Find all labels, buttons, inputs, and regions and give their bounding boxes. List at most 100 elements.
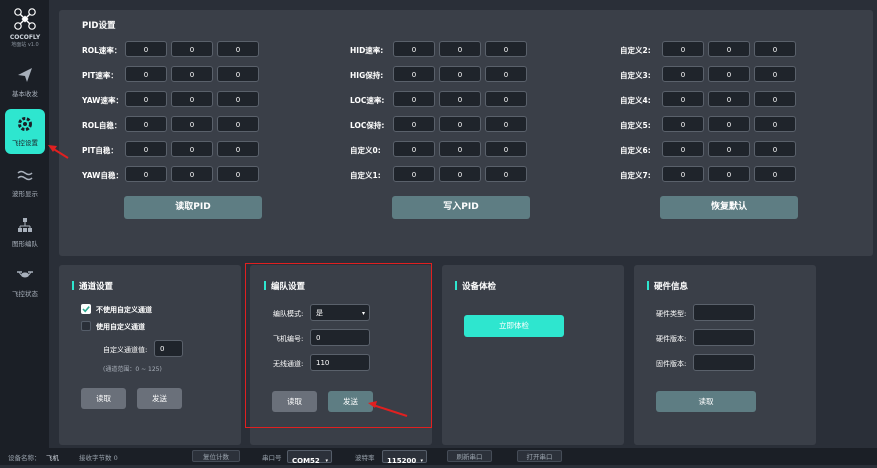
plane-number-input[interactable]: 0 [310, 329, 370, 346]
port-select[interactable]: COM52 ▾ [287, 450, 332, 465]
reset-default-button[interactable]: 恢复默认 [660, 196, 798, 219]
pid-title: PID设置 [82, 21, 116, 31]
pid-row-label: 自定义2: [620, 46, 651, 55]
pid-value-input[interactable]: 0 [217, 116, 259, 132]
open-port-button[interactable]: 打开串口 [517, 450, 562, 462]
formation-send-button[interactable]: 发送 [328, 391, 373, 412]
pid-value-input[interactable]: 0 [485, 141, 527, 157]
nav-item-basic[interactable]: 基本收发 [5, 60, 45, 105]
pid-value-input[interactable]: 0 [393, 91, 435, 107]
pid-value-input[interactable]: 0 [439, 41, 481, 57]
pid-value-input[interactable]: 0 [754, 166, 796, 182]
pid-value-input[interactable]: 0 [217, 66, 259, 82]
channel-read-button[interactable]: 读取 [81, 388, 126, 409]
pid-row-label: LOC保持: [350, 121, 385, 130]
hardware-type-label: 硬件类型: [656, 310, 687, 318]
pid-value-input[interactable]: 0 [439, 141, 481, 157]
pid-value-input[interactable]: 0 [485, 166, 527, 182]
pid-value-input[interactable]: 0 [485, 41, 527, 57]
read-pid-button[interactable]: 读取PID [124, 196, 262, 219]
nav-item-formation[interactable]: 图形编队 [5, 210, 45, 255]
pid-row-label: 自定义4: [620, 96, 651, 105]
pid-row-label: 自定义7: [620, 171, 651, 180]
pid-value-input[interactable]: 0 [754, 41, 796, 57]
pid-value-input[interactable]: 0 [393, 66, 435, 82]
pid-value-input[interactable]: 0 [708, 66, 750, 82]
pid-value-input[interactable]: 0 [708, 91, 750, 107]
nav-item-flight-status[interactable]: 飞控状态 [5, 260, 45, 305]
write-pid-button[interactable]: 写入PID [392, 196, 530, 219]
baud-label: 波特率 [355, 454, 375, 462]
pid-value-input[interactable]: 0 [754, 91, 796, 107]
pid-value-input[interactable]: 0 [393, 41, 435, 57]
pid-value-input[interactable]: 0 [439, 91, 481, 107]
pid-value-input[interactable]: 0 [708, 141, 750, 157]
pid-row-label: 自定义3: [620, 71, 651, 80]
pid-value-input[interactable]: 0 [171, 116, 213, 132]
pid-value-input[interactable]: 0 [439, 66, 481, 82]
check-now-button[interactable]: 立即体检 [464, 315, 564, 337]
pid-value-input[interactable]: 0 [393, 166, 435, 182]
pid-value-input[interactable]: 0 [125, 166, 167, 182]
hardware-version-input[interactable] [693, 329, 755, 346]
pid-value-input[interactable]: 0 [485, 66, 527, 82]
pid-row-label: 自定义0: [350, 146, 381, 155]
pid-value-input[interactable]: 0 [662, 91, 704, 107]
pid-value-input[interactable]: 0 [662, 141, 704, 157]
sidebar: COCOFLY 地面站 v1.0 基本收发 飞控设置 波形显示 图形编队 飞控状… [0, 0, 49, 448]
gear-icon [18, 117, 32, 131]
pid-value-input[interactable]: 0 [217, 141, 259, 157]
pid-value-input[interactable]: 0 [662, 66, 704, 82]
nav-item-flight-settings[interactable]: 飞控设置 [5, 109, 45, 154]
pid-value-input[interactable]: 0 [662, 116, 704, 132]
pid-value-input[interactable]: 0 [662, 41, 704, 57]
firmware-version-label: 固件版本: [656, 360, 687, 368]
pid-value-input[interactable]: 0 [485, 91, 527, 107]
custom-channel-label: 使用自定义通道 [96, 323, 145, 331]
pid-value-input[interactable]: 0 [708, 116, 750, 132]
pid-value-input[interactable]: 0 [485, 116, 527, 132]
firmware-version-input[interactable] [693, 354, 755, 371]
wireless-channel-input[interactable]: 110 [310, 354, 370, 371]
wireless-channel-label: 无线通道: [273, 360, 304, 368]
pid-value-input[interactable]: 0 [171, 91, 213, 107]
pid-value-input[interactable]: 0 [754, 141, 796, 157]
refresh-port-button[interactable]: 刷新串口 [447, 450, 492, 462]
hardware-read-button[interactable]: 读取 [656, 391, 756, 412]
pid-value-input[interactable]: 0 [439, 116, 481, 132]
pid-value-input[interactable]: 0 [708, 41, 750, 57]
pid-value-input[interactable]: 0 [171, 141, 213, 157]
pid-value-input[interactable]: 0 [125, 41, 167, 57]
pid-value-input[interactable]: 0 [217, 166, 259, 182]
formation-mode-select[interactable]: 是 ▾ [310, 304, 370, 321]
pid-value-input[interactable]: 0 [125, 66, 167, 82]
pid-value-input[interactable]: 0 [662, 166, 704, 182]
chevron-down-icon: ▾ [325, 458, 328, 464]
custom-channel-checkbox[interactable] [81, 321, 91, 331]
pid-value-input[interactable]: 0 [393, 141, 435, 157]
pid-value-input[interactable]: 0 [217, 41, 259, 57]
custom-channel-value-input[interactable]: 0 [154, 340, 183, 357]
channel-send-button[interactable]: 发送 [137, 388, 182, 409]
pid-value-input[interactable]: 0 [125, 91, 167, 107]
formation-read-button[interactable]: 读取 [272, 391, 317, 412]
pid-value-input[interactable]: 0 [754, 116, 796, 132]
pid-value-input[interactable]: 0 [708, 166, 750, 182]
pid-value-input[interactable]: 0 [125, 116, 167, 132]
pid-value-input[interactable]: 0 [171, 66, 213, 82]
pid-value-input[interactable]: 0 [125, 141, 167, 157]
pid-row-label: YAW速率： [82, 96, 123, 105]
hardware-type-input[interactable] [693, 304, 755, 321]
pid-value-input[interactable]: 0 [217, 91, 259, 107]
formation-icon [18, 218, 32, 232]
pid-value-input[interactable]: 0 [171, 41, 213, 57]
pid-value-input[interactable]: 0 [171, 166, 213, 182]
no-custom-channel-checkbox[interactable] [81, 304, 91, 314]
baud-select[interactable]: 115200 ▾ [382, 450, 427, 465]
reset-count-button[interactable]: 复位计数 [192, 450, 240, 462]
app-name: COCOFLY [9, 34, 41, 41]
pid-value-input[interactable]: 0 [754, 66, 796, 82]
pid-value-input[interactable]: 0 [393, 116, 435, 132]
nav-item-waveform[interactable]: 波形显示 [5, 160, 45, 205]
pid-value-input[interactable]: 0 [439, 166, 481, 182]
